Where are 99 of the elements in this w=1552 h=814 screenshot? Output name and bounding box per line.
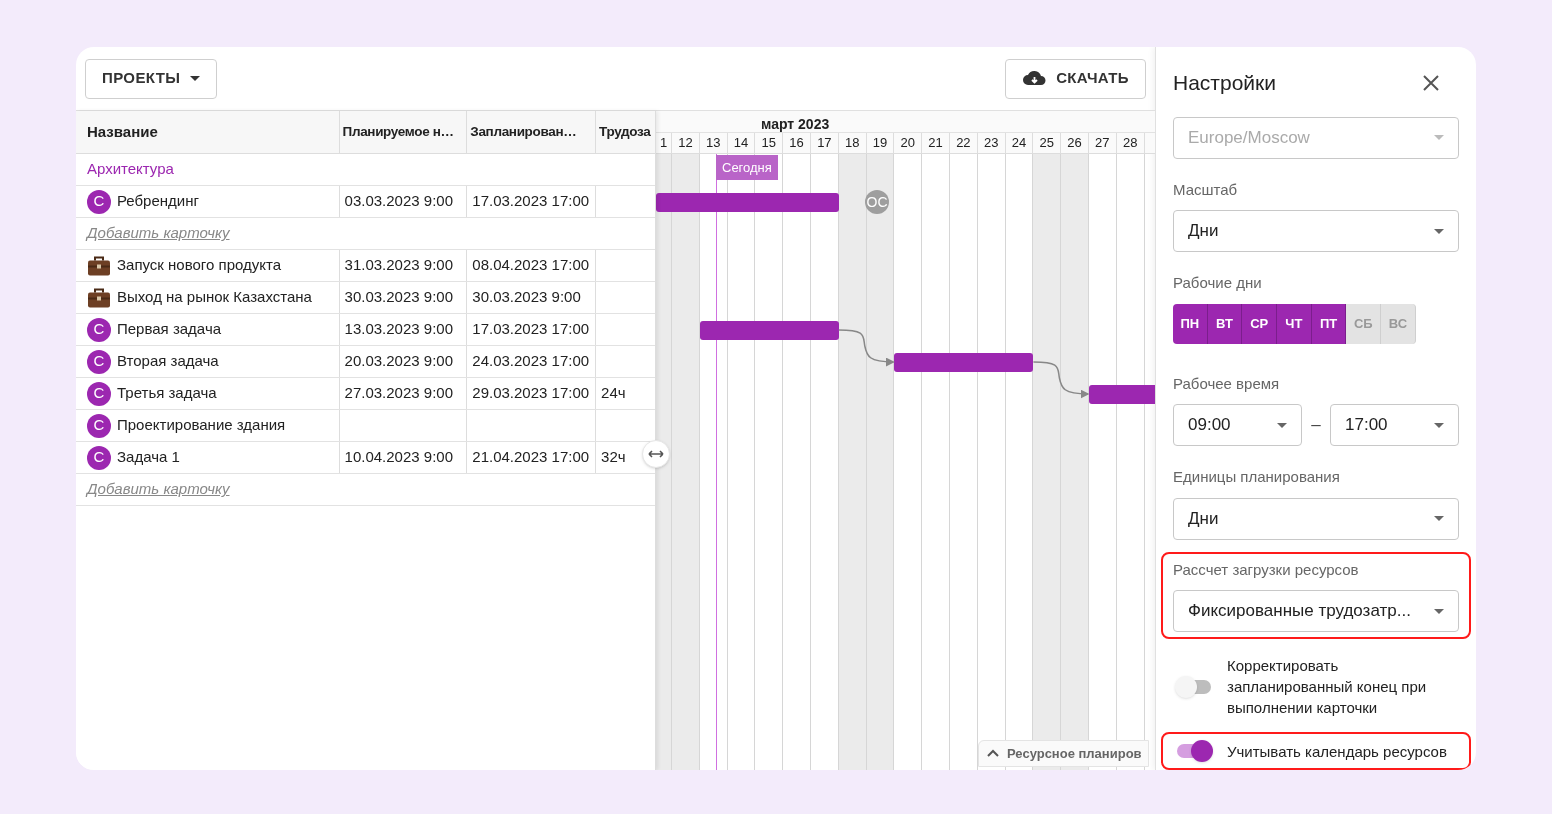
task-bar[interactable] xyxy=(656,193,839,212)
time-select[interactable]: 17:00 xyxy=(1330,404,1459,446)
task-name[interactable]: Третья задача xyxy=(117,382,217,405)
column-header[interactable]: Запланирован… xyxy=(470,121,577,143)
day-label: 21 xyxy=(928,134,943,152)
task-name[interactable]: Первая задача xyxy=(117,318,222,341)
table-cell-text: 27.03.2023 9:00 xyxy=(344,383,453,404)
table-cell-text: 29.03.2023 17:00 xyxy=(472,383,590,404)
day-label: 12 xyxy=(678,134,693,152)
field-label: Масштаб xyxy=(1173,179,1239,200)
task-bar[interactable] xyxy=(894,353,1034,372)
table-cell-text: 31.03.2023 9:00 xyxy=(344,255,453,276)
avatar: С xyxy=(87,189,111,214)
weekday-toggle[interactable]: ВТ xyxy=(1207,303,1243,344)
task-name[interactable]: Выход на рынок Казахстана xyxy=(117,286,312,309)
briefcase-icon xyxy=(87,254,111,277)
weekday-toggle[interactable]: СР xyxy=(1242,303,1278,344)
day-label: 14 xyxy=(733,134,749,152)
table-cell-text: 08.04.2023 17:00 xyxy=(472,255,590,276)
caret-icon xyxy=(1434,516,1444,521)
task-name[interactable]: Задача 1 xyxy=(117,446,180,469)
caret-icon xyxy=(1434,608,1444,614)
toggle-switch[interactable] xyxy=(1175,675,1213,698)
dependency-arrow xyxy=(838,329,895,367)
load-calc-select[interactable]: Фиксированные трудозатр... xyxy=(1173,590,1459,632)
today-badge: Сегодня xyxy=(716,155,778,180)
day-label: 17 xyxy=(817,134,832,152)
toggle-label: Корректировать запланированный конец при выполнении карточки xyxy=(1227,656,1428,718)
day-label: 16 xyxy=(789,134,804,152)
column-header[interactable]: Планируемое н… xyxy=(342,121,454,143)
caret-icon xyxy=(1434,135,1444,140)
task-bar[interactable] xyxy=(699,321,839,340)
field-label: Рабочие дни xyxy=(1173,273,1263,293)
column-header[interactable]: Название xyxy=(87,120,158,144)
toggle-label: Учитывать календарь ресурсов xyxy=(1227,741,1448,762)
caret-icon xyxy=(1277,422,1287,428)
resource-planning-tab[interactable]: Ресурсное планиров xyxy=(978,740,1149,767)
day-label: 1 xyxy=(659,134,668,152)
day-label: 23 xyxy=(983,134,999,152)
field-label: Рабочее время xyxy=(1173,373,1281,394)
day-label: 27 xyxy=(1095,134,1110,152)
toggle-switch[interactable] xyxy=(1175,740,1213,762)
table-cell-text: 17.03.2023 17:00 xyxy=(472,191,590,212)
time-select[interactable]: 09:00 xyxy=(1173,404,1302,446)
add-card-link[interactable]: Добавить карточку xyxy=(76,478,241,501)
day-label: 19 xyxy=(872,134,888,152)
table-cell-text: 17.03.2023 17:00 xyxy=(472,319,590,340)
table-cell-text: 13.03.2023 9:00 xyxy=(344,319,453,340)
table-cell-text: 30.03.2023 9:00 xyxy=(344,287,453,308)
chevron-up-icon xyxy=(987,749,999,758)
month-label: март 2023 xyxy=(761,115,830,134)
units-select[interactable]: Дни xyxy=(1173,497,1459,540)
close-icon xyxy=(1422,73,1440,92)
resize-icon xyxy=(647,449,665,459)
table-cell-text: 21.04.2023 17:00 xyxy=(472,447,590,468)
settings-title: Настройки xyxy=(1173,70,1276,96)
table-cell-text: 10.04.2023 9:00 xyxy=(344,447,453,468)
day-label: 26 xyxy=(1067,134,1082,152)
dependency-arrow xyxy=(1032,361,1090,399)
range-dash: – xyxy=(1311,414,1321,437)
column-header[interactable]: Трудоза xyxy=(599,121,651,143)
weekday-toggle[interactable]: ЧТ xyxy=(1277,303,1312,344)
field-label: Единицы планирования xyxy=(1173,467,1341,487)
task-name[interactable]: Запуск нового продукта xyxy=(117,254,281,277)
day-label: 20 xyxy=(900,134,915,152)
day-label: 18 xyxy=(844,134,860,152)
table-cell-text: 20.03.2023 9:00 xyxy=(344,351,453,372)
weekday-toggle[interactable]: ПТ xyxy=(1311,303,1347,344)
task-name[interactable]: Проектирование здания xyxy=(117,414,286,437)
group-title[interactable]: Архитектура xyxy=(76,158,185,181)
caret-icon xyxy=(190,76,201,81)
day-label: 13 xyxy=(705,134,721,152)
add-card-link[interactable]: Добавить карточку xyxy=(76,222,241,245)
field-label: Рассчет загрузки ресурсов xyxy=(1173,559,1360,580)
table-cell-text: 24.03.2023 17:00 xyxy=(472,351,590,372)
task-bar[interactable] xyxy=(1089,385,1155,404)
projects-button[interactable]: ПРОЕКТЫ xyxy=(85,58,218,99)
avatar: С xyxy=(87,317,111,342)
scale-select[interactable]: Дни xyxy=(1173,210,1459,252)
caret-icon xyxy=(1434,228,1444,234)
caret-icon xyxy=(1434,422,1444,428)
task-name[interactable]: Вторая задача xyxy=(117,350,219,373)
avatar: С xyxy=(87,381,111,406)
table-cell-text: 32ч xyxy=(601,447,626,468)
table-cell-text: 30.03.2023 9:00 xyxy=(472,287,581,308)
briefcase-icon xyxy=(87,286,111,309)
day-label: 22 xyxy=(956,134,971,152)
avatar: С xyxy=(87,349,111,374)
avatar: С xyxy=(87,445,111,470)
table-cell-text: 03.03.2023 9:00 xyxy=(344,191,453,212)
avatar: С xyxy=(87,413,111,438)
day-label: 15 xyxy=(761,134,776,152)
task-name[interactable]: Ребрендинг xyxy=(117,190,199,213)
weekday-toggle[interactable]: ПН xyxy=(1173,303,1208,344)
table-cell-text: 24ч xyxy=(601,383,626,404)
day-label: 24 xyxy=(1011,134,1027,152)
download-button[interactable]: СКАЧАТЬ xyxy=(1005,58,1146,99)
day-label: 28 xyxy=(1122,134,1138,152)
day-label: 25 xyxy=(1039,134,1054,152)
